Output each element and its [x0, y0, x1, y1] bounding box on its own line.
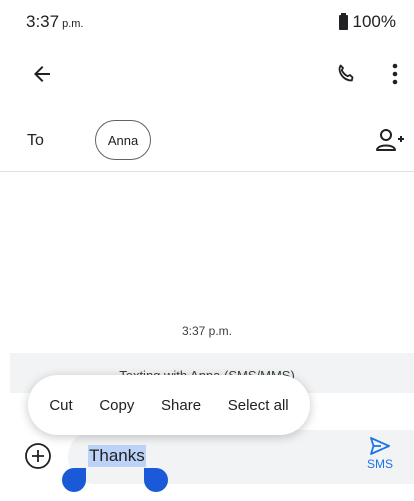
send-icon	[370, 437, 390, 455]
add-circle-icon	[25, 443, 51, 469]
menu-item-share[interactable]: Share	[157, 391, 205, 420]
phone-icon	[338, 64, 354, 82]
selection-handle-end[interactable]	[144, 468, 168, 492]
battery-status: 100%	[338, 12, 396, 32]
back-button[interactable]	[18, 54, 66, 94]
compose-bar: Thanks SMS	[0, 428, 414, 501]
add-recipient-button[interactable]	[372, 124, 408, 158]
to-label: To	[27, 132, 44, 149]
battery-percent: 100%	[352, 12, 396, 31]
status-time-value: 3:37	[26, 12, 60, 31]
recipients-row: To Anna	[0, 112, 414, 172]
status-time: 3:37 p.m.	[26, 12, 84, 32]
app-bar	[0, 44, 414, 104]
battery-icon	[338, 12, 348, 30]
send-sms-button[interactable]: SMS	[360, 436, 400, 476]
status-time-ampm: p.m.	[62, 18, 84, 30]
add-person-icon	[376, 129, 404, 151]
send-label: SMS	[366, 457, 393, 471]
text-selection-toolbar: Cut Copy Share Select all	[28, 375, 310, 435]
arrow-back-icon	[34, 66, 50, 82]
recipient-chip[interactable]: Anna	[95, 120, 151, 160]
more-vert-icon	[392, 63, 398, 85]
message-input-text[interactable]: Thanks	[88, 445, 146, 467]
recipient-chip-label: Anna	[107, 132, 139, 148]
menu-item-select-all[interactable]: Select all	[224, 391, 293, 420]
menu-item-cut[interactable]: Cut	[45, 391, 76, 420]
call-button[interactable]	[324, 54, 368, 94]
selection-handle-start[interactable]	[62, 468, 86, 492]
status-bar: 3:37 p.m. 100%	[0, 0, 414, 44]
menu-item-copy[interactable]: Copy	[95, 391, 138, 420]
add-attachment-button[interactable]	[22, 440, 54, 472]
message-timestamp: 3:37 p.m.	[181, 324, 233, 338]
more-options-button[interactable]	[380, 54, 410, 94]
